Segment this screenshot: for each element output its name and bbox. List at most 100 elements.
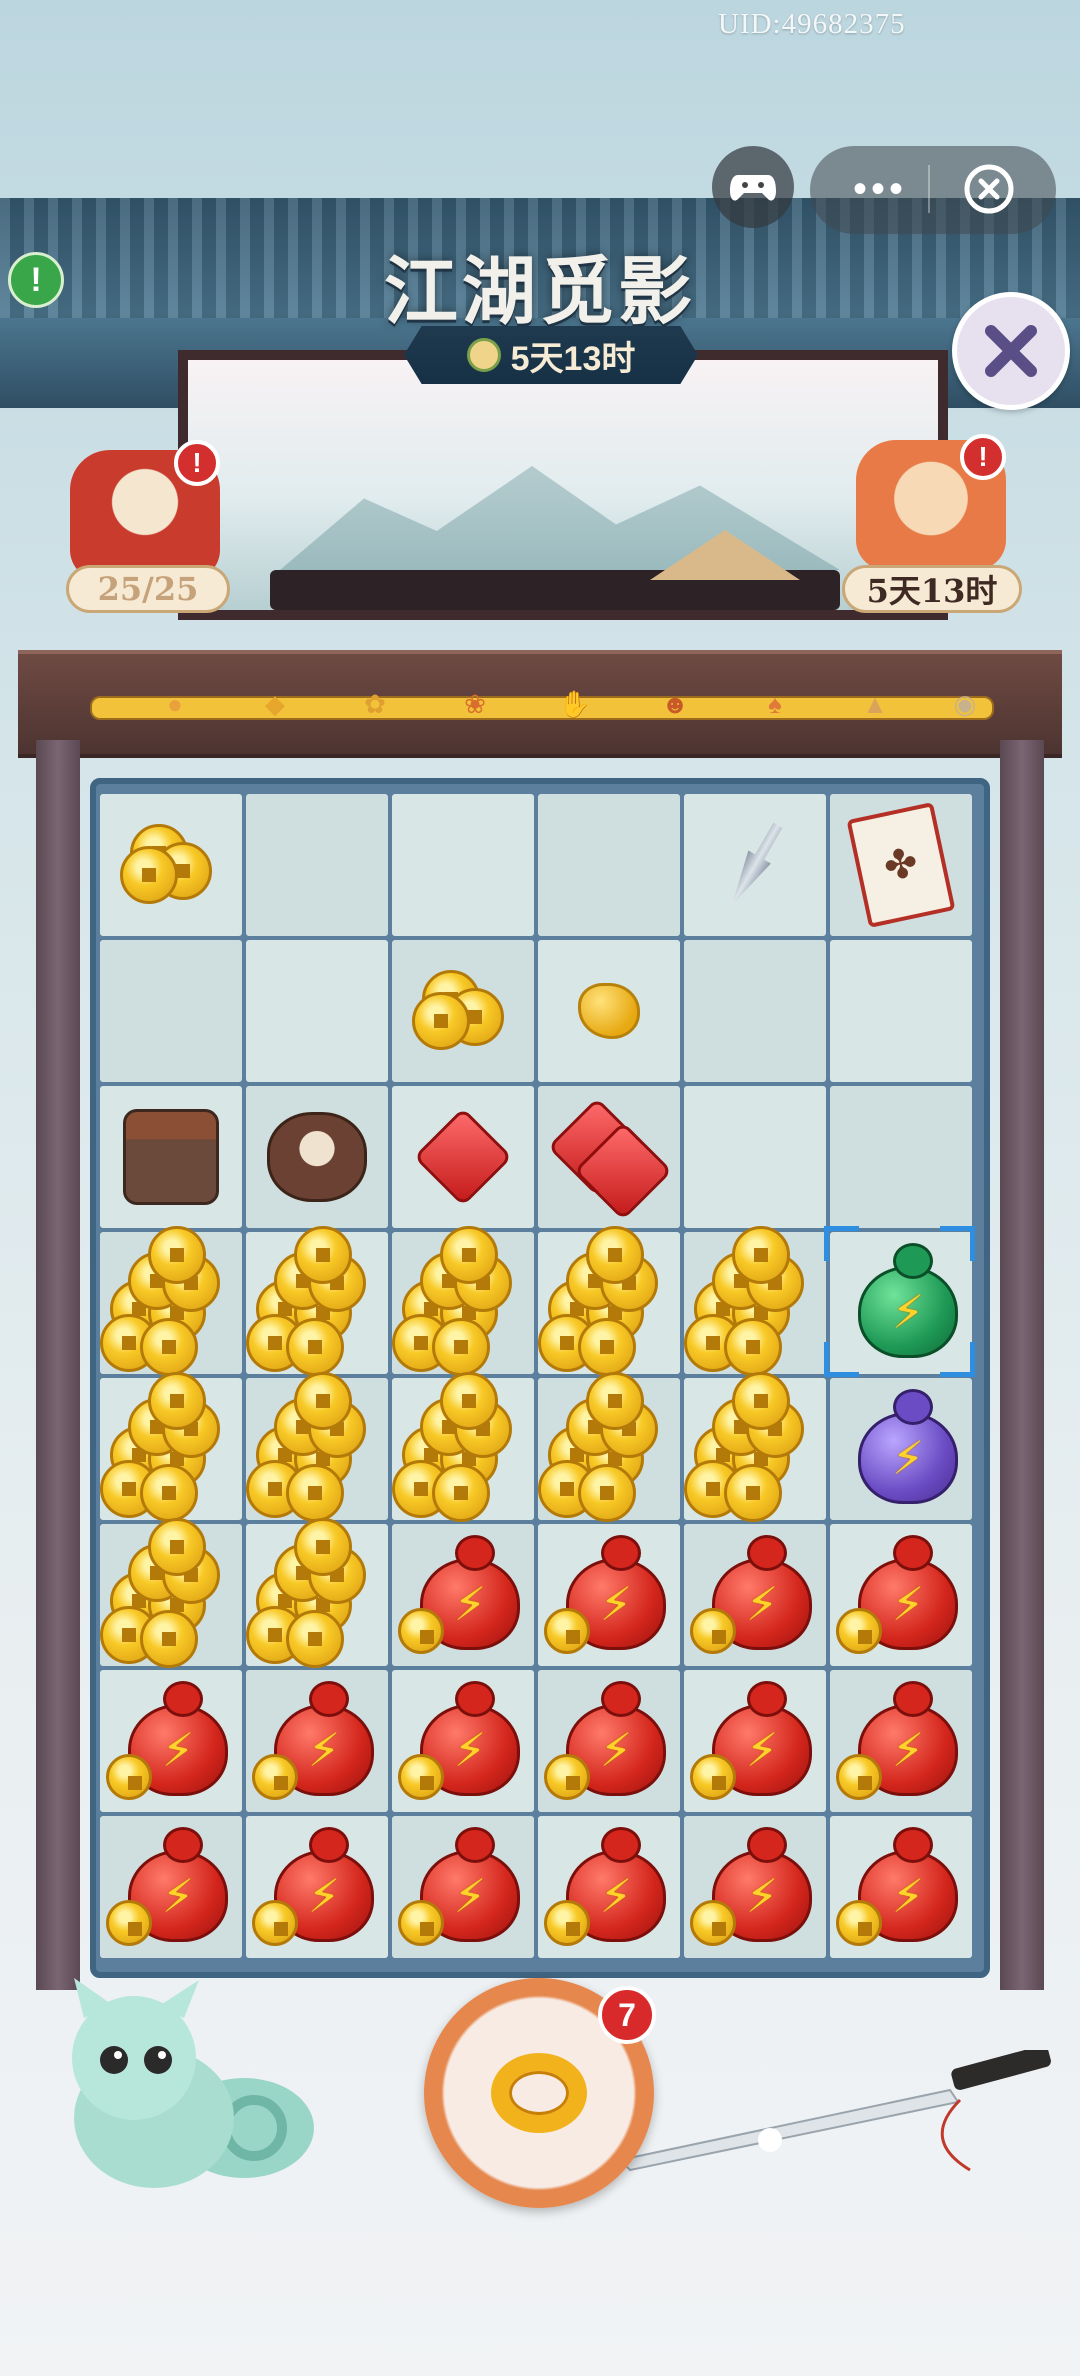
board-cell[interactable] xyxy=(100,1518,242,1668)
close-button[interactable] xyxy=(952,292,1070,410)
golden-ring-icon xyxy=(491,2053,587,2133)
ring-count-badge: 7 xyxy=(598,1986,656,2044)
dumpling-icon[interactable]: ◆ xyxy=(251,680,299,728)
coin-pouch-icon[interactable]: ◉ xyxy=(941,680,989,728)
board-cell[interactable] xyxy=(100,940,242,1082)
board-cell[interactable] xyxy=(100,1372,242,1522)
coin-icon xyxy=(724,1318,782,1376)
board-cell[interactable] xyxy=(684,940,826,1082)
red-gem-icon xyxy=(413,1107,513,1207)
lightning-icon: ⚡ xyxy=(161,1870,195,1922)
selection-corner xyxy=(940,1342,975,1377)
lightning-icon: ⚡ xyxy=(453,1870,487,1922)
cat-timer: 5天13时 xyxy=(842,565,1022,613)
board-cell[interactable] xyxy=(100,1086,242,1228)
coin-icon xyxy=(578,1318,636,1376)
board-cell[interactable]: ⚡ xyxy=(830,1816,972,1958)
coin-icon xyxy=(724,1464,782,1522)
board-cell[interactable]: ⚡ xyxy=(100,1670,242,1812)
board-cell[interactable] xyxy=(246,1372,388,1522)
board-cell[interactable]: ⚡ xyxy=(392,1524,534,1666)
board-cell[interactable] xyxy=(392,1086,534,1228)
selection-corner xyxy=(940,1226,975,1261)
board-cell[interactable]: ⚡ xyxy=(830,1524,972,1666)
board-cell[interactable] xyxy=(392,1226,534,1376)
board-cell[interactable]: ⚡ xyxy=(824,1226,975,1377)
board-cell[interactable] xyxy=(684,1226,826,1376)
mask-icon[interactable]: ☻ xyxy=(651,680,699,728)
board-cell[interactable] xyxy=(684,1372,826,1522)
coin-icon xyxy=(252,1754,298,1800)
board-cell[interactable]: ⚡ xyxy=(538,1816,680,1958)
board-cell[interactable] xyxy=(538,1086,680,1228)
lightning-icon: ⚡ xyxy=(307,1870,341,1922)
coin-icon xyxy=(412,992,470,1050)
board-cell[interactable]: ⚡ xyxy=(100,1816,242,1958)
coin-icon xyxy=(252,1900,298,1946)
phoenix-icon[interactable]: ❀ xyxy=(451,680,499,728)
gamepad-button[interactable] xyxy=(712,146,794,228)
lightning-icon: ⚡ xyxy=(599,1870,633,1922)
page-title: 江湖觅影 xyxy=(384,249,696,335)
coin-icon xyxy=(140,1610,198,1668)
coin-icon xyxy=(294,1518,352,1576)
board-cell[interactable] xyxy=(538,1226,680,1376)
board-cell[interactable] xyxy=(830,1086,972,1228)
event-timer-text: 5天13时 xyxy=(510,339,636,378)
board-cell[interactable] xyxy=(246,1086,388,1228)
board-cell[interactable] xyxy=(246,1226,388,1376)
bun-icon[interactable]: ● xyxy=(151,680,199,728)
coin-icon xyxy=(440,1226,498,1284)
coin-icon xyxy=(294,1372,352,1430)
board-cell[interactable]: ⚡ xyxy=(392,1816,534,1958)
board-cell[interactable] xyxy=(100,1226,242,1376)
coin-icon xyxy=(836,1608,882,1654)
board-cell[interactable] xyxy=(538,1372,680,1522)
glove-icon[interactable]: ✋ xyxy=(551,680,599,728)
gold-nugget-icon xyxy=(578,983,640,1039)
miniprogram-close-button[interactable] xyxy=(950,150,1028,228)
board-cell[interactable]: ⚡ xyxy=(830,1378,972,1520)
board-cell[interactable]: ⚡ xyxy=(538,1670,680,1812)
board-cell[interactable]: ⚡ xyxy=(684,1524,826,1666)
board-cell[interactable]: ⚡ xyxy=(538,1524,680,1666)
purple-gourd-icon: ⚡ xyxy=(858,1389,958,1504)
board-cell[interactable]: ⚡ xyxy=(246,1816,388,1958)
board-cell[interactable] xyxy=(392,794,534,936)
coin-icon xyxy=(148,1226,206,1284)
board-cell[interactable]: ⚡ xyxy=(392,1670,534,1812)
board-cell[interactable]: ⚡ xyxy=(684,1670,826,1812)
coin-icon xyxy=(690,1900,736,1946)
board-cell[interactable] xyxy=(392,1372,534,1522)
coin-icon xyxy=(440,1372,498,1430)
board-cell[interactable] xyxy=(100,794,242,936)
envelope-alert-badge: ! xyxy=(174,440,220,486)
board-cell[interactable] xyxy=(684,1086,826,1228)
board-cell[interactable] xyxy=(246,940,388,1082)
board-cell[interactable] xyxy=(538,794,680,936)
kunai-icon xyxy=(721,819,790,912)
board-cell[interactable]: ⚡ xyxy=(684,1816,826,1958)
board-cell[interactable] xyxy=(684,794,826,936)
more-dots-icon: ••• xyxy=(852,166,907,211)
selection-corner xyxy=(824,1342,859,1377)
coin-icon xyxy=(106,1900,152,1946)
board-cell[interactable] xyxy=(246,1518,388,1668)
board-cell[interactable]: ⚡ xyxy=(830,1670,972,1812)
gift-bag-icon[interactable]: ♠ xyxy=(751,680,799,728)
hat-icon[interactable]: ▲ xyxy=(851,680,899,728)
lightning-icon: ⚡ xyxy=(599,1724,633,1776)
coin-icon xyxy=(578,1464,636,1522)
board-cell[interactable] xyxy=(830,940,972,1082)
board-cell[interactable] xyxy=(538,940,680,1082)
wreath-icon[interactable]: ✿ xyxy=(351,680,399,728)
coin-icon xyxy=(432,1464,490,1522)
board-cell[interactable] xyxy=(392,940,534,1082)
close-circle-icon xyxy=(964,164,1014,214)
more-menu-button[interactable]: ••• xyxy=(840,150,920,228)
board-cell[interactable] xyxy=(246,794,388,936)
pants-icon xyxy=(123,1109,219,1205)
board-cell[interactable]: ✤ xyxy=(830,794,972,936)
uid-label: UID:49682375 xyxy=(718,8,906,40)
board-cell[interactable]: ⚡ xyxy=(246,1670,388,1812)
